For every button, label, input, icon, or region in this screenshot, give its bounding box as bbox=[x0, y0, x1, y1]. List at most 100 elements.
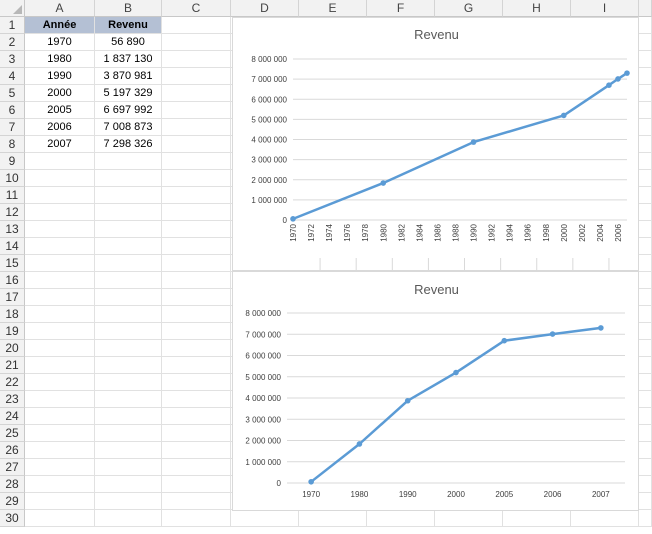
cell-c30[interactable] bbox=[162, 510, 231, 527]
cell-b20[interactable] bbox=[95, 340, 162, 357]
cell-c11[interactable] bbox=[162, 187, 231, 204]
revenue-category-axis-chart[interactable]: Revenu 0 1 000 000 2 000 000 3 000 000 4 000 … bbox=[232, 271, 639, 511]
cell-c18[interactable] bbox=[162, 306, 231, 323]
cell-j6[interactable] bbox=[639, 102, 652, 119]
column-header-f[interactable]: F bbox=[367, 0, 435, 17]
cell-j15[interactable] bbox=[639, 255, 652, 272]
cell-j22[interactable] bbox=[639, 374, 652, 391]
cell-b15[interactable] bbox=[95, 255, 162, 272]
cell-a27[interactable] bbox=[25, 459, 95, 476]
row-header-9[interactable]: 9 bbox=[0, 153, 25, 170]
cell-j11[interactable] bbox=[639, 187, 652, 204]
cell-j2[interactable] bbox=[639, 34, 652, 51]
row-header-22[interactable]: 22 bbox=[0, 374, 25, 391]
cell-c22[interactable] bbox=[162, 374, 231, 391]
cell-a10[interactable] bbox=[25, 170, 95, 187]
cell-a17[interactable] bbox=[25, 289, 95, 306]
cell-c13[interactable] bbox=[162, 221, 231, 238]
cell-b21[interactable] bbox=[95, 357, 162, 374]
cell-j5[interactable] bbox=[639, 85, 652, 102]
cell-b12[interactable] bbox=[95, 204, 162, 221]
row-header-6[interactable]: 6 bbox=[0, 102, 25, 119]
row-header-1[interactable]: 1 bbox=[0, 17, 25, 34]
cell-j30[interactable] bbox=[639, 510, 652, 527]
cell-c26[interactable] bbox=[162, 442, 231, 459]
cell-j9[interactable] bbox=[639, 153, 652, 170]
row-header-24[interactable]: 24 bbox=[0, 408, 25, 425]
cell-h30[interactable] bbox=[503, 510, 571, 527]
row-header-10[interactable]: 10 bbox=[0, 170, 25, 187]
cell-b18[interactable] bbox=[95, 306, 162, 323]
row-header-23[interactable]: 23 bbox=[0, 391, 25, 408]
cell-b7[interactable]: 7 008 873 bbox=[95, 119, 162, 136]
cell-j18[interactable] bbox=[639, 306, 652, 323]
cell-a15[interactable] bbox=[25, 255, 95, 272]
cell-j14[interactable] bbox=[639, 238, 652, 255]
cell-j1[interactable] bbox=[639, 17, 652, 34]
cell-j23[interactable] bbox=[639, 391, 652, 408]
cell-a6[interactable]: 2005 bbox=[25, 102, 95, 119]
row-header-29[interactable]: 29 bbox=[0, 493, 25, 510]
cell-f30[interactable] bbox=[367, 510, 435, 527]
cell-b11[interactable] bbox=[95, 187, 162, 204]
cell-c24[interactable] bbox=[162, 408, 231, 425]
cell-b28[interactable] bbox=[95, 476, 162, 493]
row-header-15[interactable]: 15 bbox=[0, 255, 25, 272]
cell-c9[interactable] bbox=[162, 153, 231, 170]
cell-b16[interactable] bbox=[95, 272, 162, 289]
cell-b3[interactable]: 1 837 130 bbox=[95, 51, 162, 68]
row-header-17[interactable]: 17 bbox=[0, 289, 25, 306]
cell-c2[interactable] bbox=[162, 34, 231, 51]
cell-a13[interactable] bbox=[25, 221, 95, 238]
cell-b30[interactable] bbox=[95, 510, 162, 527]
cell-j4[interactable] bbox=[639, 68, 652, 85]
cell-c23[interactable] bbox=[162, 391, 231, 408]
cell-c3[interactable] bbox=[162, 51, 231, 68]
cell-c15[interactable] bbox=[162, 255, 231, 272]
cell-b6[interactable]: 6 697 992 bbox=[95, 102, 162, 119]
row-header-4[interactable]: 4 bbox=[0, 68, 25, 85]
cell-d30[interactable] bbox=[231, 510, 299, 527]
cell-c19[interactable] bbox=[162, 323, 231, 340]
cell-c1[interactable] bbox=[162, 17, 231, 34]
row-header-14[interactable]: 14 bbox=[0, 238, 25, 255]
cell-a4[interactable]: 1990 bbox=[25, 68, 95, 85]
cell-a28[interactable] bbox=[25, 476, 95, 493]
data-point[interactable] bbox=[501, 337, 508, 344]
cell-c29[interactable] bbox=[162, 493, 231, 510]
cell-i30[interactable] bbox=[571, 510, 639, 527]
cell-a9[interactable] bbox=[25, 153, 95, 170]
cell-j21[interactable] bbox=[639, 357, 652, 374]
cell-b29[interactable] bbox=[95, 493, 162, 510]
cell-j26[interactable] bbox=[639, 442, 652, 459]
cell-j20[interactable] bbox=[639, 340, 652, 357]
cell-a11[interactable] bbox=[25, 187, 95, 204]
cell-c25[interactable] bbox=[162, 425, 231, 442]
column-header-e[interactable]: E bbox=[299, 0, 367, 17]
cell-a25[interactable] bbox=[25, 425, 95, 442]
data-point[interactable] bbox=[549, 331, 556, 337]
cell-c8[interactable] bbox=[162, 136, 231, 153]
cell-j8[interactable] bbox=[639, 136, 652, 153]
column-header-h[interactable]: H bbox=[503, 0, 571, 17]
row-header-19[interactable]: 19 bbox=[0, 323, 25, 340]
cell-b24[interactable] bbox=[95, 408, 162, 425]
data-point[interactable] bbox=[606, 82, 612, 89]
cell-j3[interactable] bbox=[639, 51, 652, 68]
cell-c20[interactable] bbox=[162, 340, 231, 357]
cell-j12[interactable] bbox=[639, 204, 652, 221]
row-header-21[interactable]: 21 bbox=[0, 357, 25, 374]
column-header-d[interactable]: D bbox=[231, 0, 299, 17]
data-point[interactable] bbox=[404, 397, 411, 404]
cell-b10[interactable] bbox=[95, 170, 162, 187]
cell-c14[interactable] bbox=[162, 238, 231, 255]
row-header-18[interactable]: 18 bbox=[0, 306, 25, 323]
cell-b4[interactable]: 3 870 981 bbox=[95, 68, 162, 85]
cell-a7[interactable]: 2006 bbox=[25, 119, 95, 136]
revenue-series-line[interactable] bbox=[310, 326, 602, 483]
cell-j13[interactable] bbox=[639, 221, 652, 238]
column-header-b[interactable]: B bbox=[95, 0, 162, 17]
row-header-3[interactable]: 3 bbox=[0, 51, 25, 68]
data-point[interactable] bbox=[308, 478, 314, 485]
row-header-8[interactable]: 8 bbox=[0, 136, 25, 153]
